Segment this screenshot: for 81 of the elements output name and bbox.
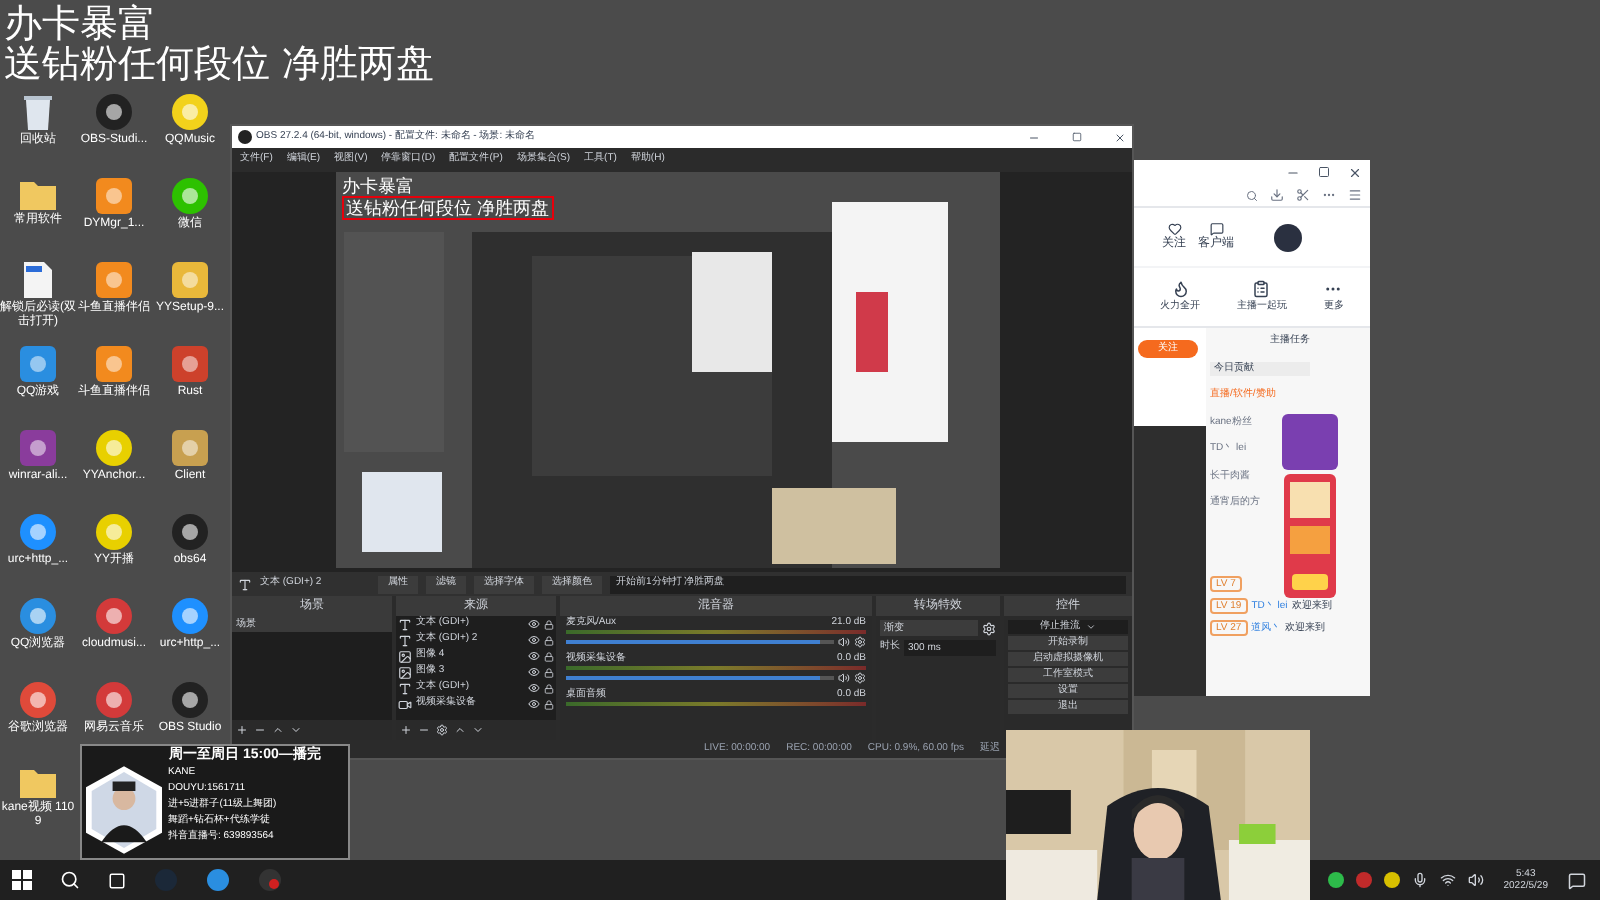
app-icon[interactable] — [170, 596, 210, 636]
obs-icon[interactable] — [258, 868, 282, 892]
settings-icon[interactable] — [854, 672, 866, 684]
down-icon[interactable] — [472, 724, 484, 736]
eye-icon[interactable] — [528, 682, 540, 694]
app-icon[interactable] — [170, 512, 210, 552]
maximize-icon[interactable] — [1318, 166, 1330, 178]
task-view-icon[interactable] — [108, 871, 126, 889]
text-icon — [238, 577, 252, 591]
download-icon[interactable] — [1270, 188, 1284, 202]
app-icon[interactable] — [18, 344, 58, 384]
app-icon[interactable] — [170, 92, 210, 132]
text-icon — [398, 681, 412, 695]
eye-icon[interactable] — [528, 618, 540, 630]
lock-icon[interactable] — [544, 619, 554, 629]
lock-icon[interactable] — [544, 667, 554, 677]
app-icon[interactable] — [18, 680, 58, 720]
notification-icon[interactable] — [1568, 871, 1586, 889]
lock-icon[interactable] — [544, 683, 554, 693]
clipboard-icon[interactable] — [1252, 279, 1271, 298]
app-icon[interactable] — [170, 344, 210, 384]
speaker-icon[interactable] — [1467, 872, 1484, 888]
preview-subtitle: 送钻粉任何段位 净胜两盘 — [342, 196, 554, 220]
lock-icon[interactable] — [544, 651, 554, 661]
avatar[interactable] — [1274, 223, 1302, 251]
app-icon[interactable] — [94, 428, 134, 468]
lock-icon[interactable] — [544, 699, 554, 709]
chat-icon[interactable] — [1209, 221, 1223, 235]
app-icon[interactable] — [94, 260, 134, 300]
folder-icon[interactable] — [18, 764, 58, 800]
scissors-icon[interactable] — [1296, 188, 1310, 202]
app-icon[interactable] — [94, 680, 134, 720]
flame-icon[interactable] — [1171, 279, 1190, 298]
close-icon[interactable] — [1114, 131, 1126, 143]
overlay-title: 办卡暴富 — [4, 4, 158, 44]
settings-icon[interactable] — [854, 636, 866, 648]
eye-icon[interactable] — [528, 666, 540, 678]
app-icon[interactable] — [18, 428, 58, 468]
app-icon[interactable] — [94, 176, 134, 216]
close-icon[interactable] — [1348, 165, 1362, 179]
add-icon[interactable] — [400, 724, 412, 736]
app-icon[interactable] — [18, 596, 58, 636]
app-logo-icon — [238, 130, 252, 144]
maximize-icon[interactable] — [1072, 132, 1082, 142]
app-icon[interactable] — [170, 680, 210, 720]
down-icon[interactable] — [290, 724, 302, 736]
heart-icon[interactable] — [1167, 221, 1181, 235]
speaker-icon[interactable] — [838, 636, 850, 648]
app-icon[interactable] — [94, 596, 134, 636]
windows-start-icon[interactable] — [12, 870, 32, 890]
lock-icon[interactable] — [544, 635, 554, 645]
app-icon[interactable] — [170, 176, 210, 216]
app-icon[interactable] — [94, 92, 134, 132]
eye-icon[interactable] — [528, 698, 540, 710]
remove-icon[interactable] — [254, 724, 266, 736]
menu-icon[interactable] — [1348, 188, 1362, 202]
up-icon[interactable] — [272, 724, 284, 736]
up-icon[interactable] — [454, 724, 466, 736]
preview-title: 办卡暴富 — [342, 176, 416, 196]
more-icon[interactable] — [1322, 188, 1336, 202]
document-icon[interactable] — [22, 260, 54, 300]
app-icon[interactable] — [170, 428, 210, 468]
camera-icon — [398, 697, 412, 711]
network-icon[interactable] — [1439, 872, 1456, 888]
eye-icon[interactable] — [528, 634, 540, 646]
app-icon[interactable] — [94, 344, 134, 384]
eye-icon[interactable] — [528, 650, 540, 662]
speaker-icon[interactable] — [838, 672, 850, 684]
folder-icon[interactable] — [18, 176, 58, 212]
caret-icon — [1086, 622, 1096, 632]
overlay-subtitle: 送钻粉任何段位 净胜两盘 — [4, 44, 435, 84]
recycle-bin-icon[interactable] — [22, 92, 54, 132]
app-icon[interactable] — [94, 512, 134, 552]
add-icon[interactable] — [236, 724, 248, 736]
remove-icon[interactable] — [418, 724, 430, 736]
app-icon[interactable] — [206, 868, 230, 892]
settings-icon[interactable] — [982, 621, 996, 635]
settings-icon[interactable] — [436, 724, 448, 736]
microphone-icon[interactable] — [1411, 872, 1428, 888]
app-icon[interactable] — [18, 512, 58, 552]
app-icon[interactable] — [170, 260, 210, 300]
